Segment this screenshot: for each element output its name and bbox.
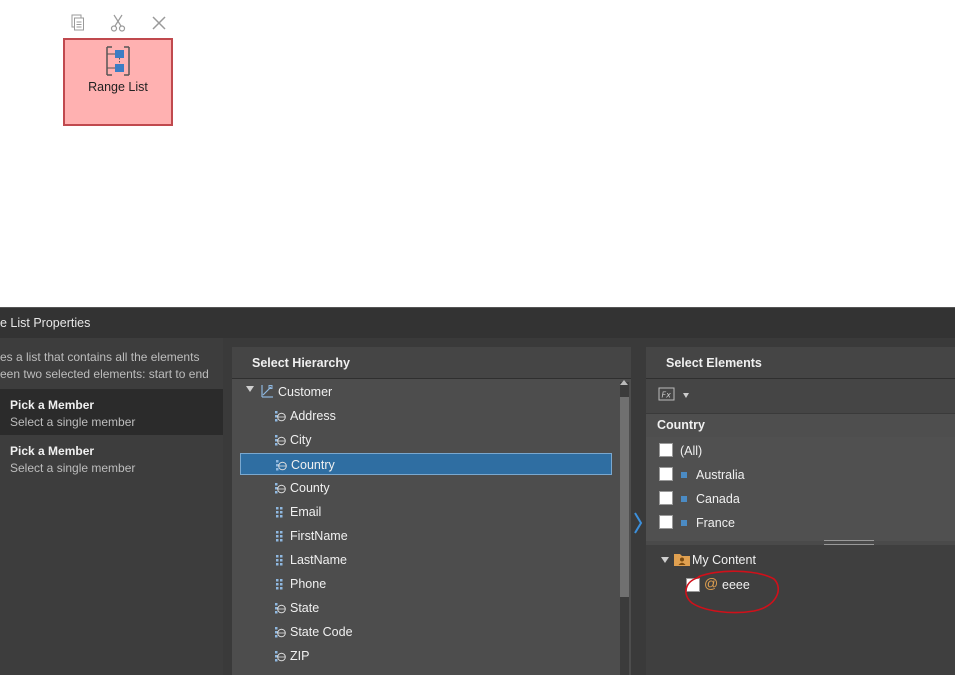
attribute-level-icon bbox=[276, 579, 283, 590]
hierarchy-tree: Customer Address City Country County Email Fi… bbox=[232, 379, 620, 675]
tree-level-address[interactable]: Address bbox=[240, 405, 612, 427]
tree-level-label: Address bbox=[290, 409, 336, 423]
tree-level-lastname[interactable]: LastName bbox=[240, 549, 612, 571]
attribute-level-icon bbox=[276, 531, 283, 542]
geo-level-icon bbox=[275, 603, 286, 614]
tree-level-label: County bbox=[290, 481, 330, 495]
tree-level-label: City bbox=[290, 433, 312, 447]
tree-level-label: FirstName bbox=[290, 529, 348, 543]
element-checkbox[interactable] bbox=[659, 467, 673, 481]
expand-arrow-icon[interactable] bbox=[246, 386, 254, 392]
panel-title: e List Properties bbox=[0, 316, 91, 330]
member-icon bbox=[681, 520, 687, 526]
hierarchy-scrollbar-thumb[interactable] bbox=[620, 397, 629, 597]
tree-level-label: State Code bbox=[290, 625, 353, 639]
element-checkbox[interactable] bbox=[659, 443, 673, 457]
tree-level-label: Country bbox=[291, 458, 335, 472]
select-hierarchy-panel: Select Hierarchy Customer Address City Cou… bbox=[232, 347, 631, 675]
element-row-all[interactable]: (All) bbox=[646, 439, 955, 463]
tile-label: Range List bbox=[88, 80, 148, 94]
tile-toolbar bbox=[66, 12, 176, 34]
tree-level-city[interactable]: City bbox=[240, 429, 612, 451]
tree-level-country[interactable]: Country bbox=[240, 453, 612, 475]
level-header: Country bbox=[646, 413, 955, 438]
properties-panel: e List Properties es a list that contain… bbox=[0, 307, 955, 675]
member-title: Pick a Member bbox=[10, 398, 95, 412]
pick-member-end[interactable]: Pick a Member Select a single member bbox=[0, 435, 223, 481]
fx-dropdown-arrow-icon[interactable] bbox=[683, 393, 689, 398]
member-title: Pick a Member bbox=[10, 444, 95, 458]
element-row-france[interactable]: France bbox=[646, 511, 955, 535]
left-column: es a list that contains all the elements… bbox=[0, 338, 223, 675]
geo-level-icon bbox=[275, 435, 286, 446]
red-circle-annotation bbox=[685, 570, 779, 614]
attribute-level-icon bbox=[276, 507, 283, 518]
tree-level-state-code[interactable]: State Code bbox=[240, 621, 612, 643]
element-label: France bbox=[696, 516, 735, 530]
tree-level-phone[interactable]: Phone bbox=[240, 573, 612, 595]
element-label: Australia bbox=[696, 468, 745, 482]
close-button[interactable] bbox=[148, 12, 170, 34]
element-row-australia[interactable]: Australia bbox=[646, 463, 955, 487]
geo-level-icon bbox=[275, 651, 286, 662]
tree-level-county[interactable]: County bbox=[240, 477, 612, 499]
tree-root-label: Customer bbox=[278, 385, 333, 399]
svg-text:Fx: Fx bbox=[662, 391, 672, 400]
my-content-area: My Content @ eeee bbox=[646, 545, 955, 675]
chevron-right-icon[interactable] bbox=[633, 512, 643, 534]
tree-level-firstname[interactable]: FirstName bbox=[240, 525, 612, 547]
panel-header: e List Properties bbox=[0, 307, 955, 338]
scroll-up-arrow-icon[interactable] bbox=[620, 380, 628, 385]
folder-user-icon bbox=[674, 554, 690, 566]
tree-level-state[interactable]: State bbox=[240, 597, 612, 619]
geo-level-icon bbox=[275, 627, 286, 638]
element-label: (All) bbox=[680, 444, 703, 458]
range-list-tile[interactable]: Range List bbox=[63, 38, 173, 126]
member-subtitle: Select a single member bbox=[10, 461, 136, 475]
elements-toolbar: Fx bbox=[646, 379, 955, 413]
expand-arrow-icon[interactable] bbox=[661, 557, 669, 563]
description-line-1: es a list that contains all the elements bbox=[0, 350, 200, 364]
hierarchy-icon bbox=[261, 385, 273, 398]
member-subtitle: Select a single member bbox=[10, 415, 136, 429]
element-row-canada[interactable]: Canada bbox=[646, 487, 955, 511]
element-label: Canada bbox=[696, 492, 740, 506]
tree-level-label: Email bbox=[290, 505, 322, 519]
hierarchy-header-label: Select Hierarchy bbox=[252, 356, 350, 370]
tree-level-label: LastName bbox=[290, 553, 347, 567]
fx-icon[interactable]: Fx bbox=[658, 386, 676, 402]
element-checkbox[interactable] bbox=[659, 515, 673, 529]
scissors-icon bbox=[110, 14, 126, 32]
tree-level-label: ZIP bbox=[290, 649, 310, 663]
member-icon bbox=[681, 496, 687, 502]
close-icon bbox=[152, 16, 166, 30]
description-line-2: een two selected elements: start to end bbox=[0, 367, 209, 381]
select-elements-panel: Select Elements Fx Country (All) Austral… bbox=[646, 347, 955, 675]
panel-description: es a list that contains all the elements… bbox=[0, 349, 223, 383]
range-list-icon bbox=[106, 46, 130, 76]
pick-member-start[interactable]: Pick a Member Select a single member bbox=[0, 389, 223, 435]
copy-button[interactable] bbox=[66, 12, 88, 34]
tree-level-zip[interactable]: ZIP bbox=[240, 645, 612, 667]
cut-button[interactable] bbox=[107, 12, 129, 34]
geo-level-icon bbox=[275, 483, 286, 494]
level-name: Country bbox=[657, 418, 705, 432]
tree-level-label: State bbox=[290, 601, 320, 615]
geo-level-icon bbox=[275, 411, 286, 422]
tree-level-email[interactable]: Email bbox=[240, 501, 612, 523]
attribute-level-icon bbox=[276, 555, 283, 566]
tree-root-customer[interactable]: Customer bbox=[240, 381, 612, 403]
elements-header: Select Elements bbox=[646, 347, 955, 379]
hierarchy-header: Select Hierarchy bbox=[232, 347, 631, 379]
element-checkbox[interactable] bbox=[659, 491, 673, 505]
my-content-label: My Content bbox=[692, 553, 756, 567]
geo-level-icon bbox=[276, 460, 287, 471]
tree-level-label: Phone bbox=[290, 577, 327, 591]
elements-header-label: Select Elements bbox=[666, 356, 762, 370]
elements-list: (All) Australia Canada France bbox=[646, 437, 955, 541]
member-icon bbox=[681, 472, 687, 478]
copy-icon bbox=[71, 14, 84, 31]
